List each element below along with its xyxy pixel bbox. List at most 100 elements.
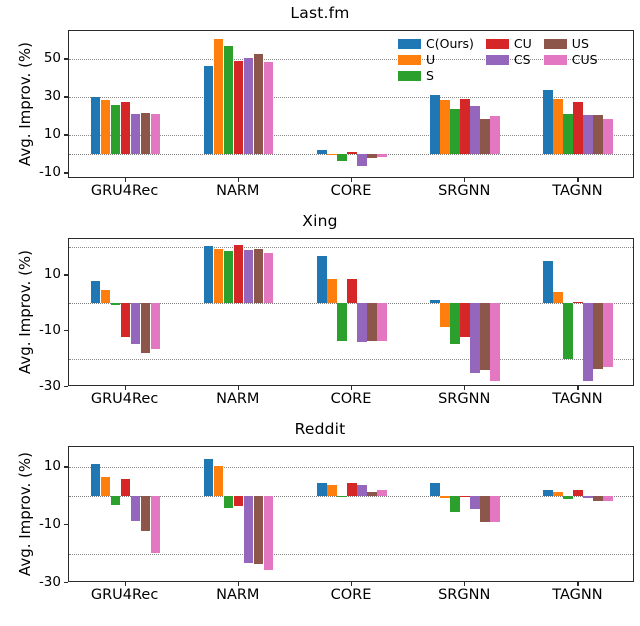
bar xyxy=(367,303,377,341)
bar xyxy=(543,261,553,304)
bar xyxy=(346,278,357,304)
bar xyxy=(130,303,141,344)
bar xyxy=(140,112,151,155)
bar xyxy=(490,303,500,382)
bar xyxy=(563,496,573,500)
legend-entry[interactable]: US xyxy=(543,36,598,51)
bar xyxy=(583,303,594,382)
y-tick-mark xyxy=(64,58,68,60)
bar xyxy=(243,496,254,563)
legend-entry[interactable]: CU xyxy=(485,36,532,51)
bar xyxy=(253,53,264,155)
bar xyxy=(573,301,583,304)
bar xyxy=(150,303,161,350)
bar xyxy=(253,249,264,304)
bar xyxy=(150,113,161,155)
bar xyxy=(100,100,111,155)
x-tick-label-tagnn: TAGNN xyxy=(552,391,603,407)
bar xyxy=(583,115,594,155)
y-tick-label: -30 xyxy=(38,378,61,394)
bar xyxy=(480,119,490,155)
gridline xyxy=(69,467,633,469)
legend-entry[interactable]: CUS xyxy=(543,52,598,67)
legend-swatch-icon xyxy=(485,54,509,65)
legend-entry[interactable]: C(Ours) xyxy=(398,36,474,51)
legend-entry[interactable]: CS xyxy=(485,52,532,67)
x-tick-label-core: CORE xyxy=(330,587,372,603)
x-tick-label-core: CORE xyxy=(330,391,372,407)
legend-swatch-icon xyxy=(485,38,509,49)
chart-title: Reddit xyxy=(294,420,346,438)
bar xyxy=(316,483,327,497)
bar xyxy=(593,496,604,501)
bar xyxy=(263,62,274,155)
bar xyxy=(593,115,604,155)
bar xyxy=(603,119,614,155)
bar xyxy=(203,245,214,304)
x-tick-mark xyxy=(464,582,466,586)
bar xyxy=(593,303,604,369)
y-tick-label: -10 xyxy=(38,516,61,533)
bar xyxy=(490,116,500,155)
bar xyxy=(543,490,553,497)
y-tick-mark xyxy=(64,172,68,174)
x-tick-mark xyxy=(124,178,126,182)
bar xyxy=(543,89,553,155)
bar xyxy=(553,292,563,304)
legend-label: C(Ours) xyxy=(426,36,474,51)
y-tick-mark xyxy=(64,386,68,388)
x-tick-label-gru4rec: GRU4Rec xyxy=(90,391,159,407)
x-tick-label-tagnn: TAGNN xyxy=(552,587,603,603)
gridline xyxy=(69,247,633,249)
gridline xyxy=(69,359,633,361)
x-tick-mark xyxy=(351,178,353,182)
bar xyxy=(563,303,573,360)
bar xyxy=(263,496,274,570)
x-tick-mark xyxy=(237,386,240,390)
x-tick-label-srgnn: SRGNN xyxy=(438,391,491,407)
chart-title: Last.fm xyxy=(290,4,350,22)
bar xyxy=(357,303,367,343)
bar xyxy=(90,280,101,304)
bar xyxy=(367,154,377,159)
x-tick-label-gru4rec: GRU4Rec xyxy=(90,587,159,603)
y-tick-label: -30 xyxy=(38,574,61,590)
bar xyxy=(263,252,274,304)
bar xyxy=(120,102,131,155)
bar xyxy=(450,496,460,513)
y-tick-label: 10 xyxy=(43,458,61,475)
legend-entry[interactable]: U xyxy=(398,52,474,67)
bar xyxy=(326,153,337,156)
legend-swatch-icon xyxy=(398,54,421,65)
x-tick-mark xyxy=(124,386,126,390)
x-tick-label-gru4rec: GRU4Rec xyxy=(90,183,159,199)
bar xyxy=(490,496,500,523)
bar xyxy=(480,303,490,371)
legend-label: CU xyxy=(513,36,532,51)
bar xyxy=(243,250,254,304)
bar xyxy=(326,279,337,304)
bar xyxy=(233,496,244,507)
legend-entry[interactable]: S xyxy=(398,68,474,83)
bar xyxy=(90,97,101,155)
bar xyxy=(203,66,214,155)
bar xyxy=(100,290,111,304)
bar xyxy=(460,99,470,155)
bar xyxy=(110,303,121,305)
bar xyxy=(233,61,244,155)
bar xyxy=(336,154,347,161)
bar xyxy=(563,114,573,155)
bar xyxy=(223,496,234,508)
y-tick-label: -10 xyxy=(38,164,61,181)
bar xyxy=(450,108,460,155)
bar xyxy=(336,496,347,498)
x-tick-mark xyxy=(464,386,466,390)
chart-title: Xing xyxy=(302,212,338,230)
legend-swatch-icon xyxy=(398,70,421,81)
y-tick-mark xyxy=(64,134,68,136)
y-tick-mark xyxy=(64,466,68,468)
bar xyxy=(130,496,141,521)
legend-label: U xyxy=(426,52,436,67)
bar xyxy=(233,245,244,304)
bar xyxy=(130,114,141,155)
